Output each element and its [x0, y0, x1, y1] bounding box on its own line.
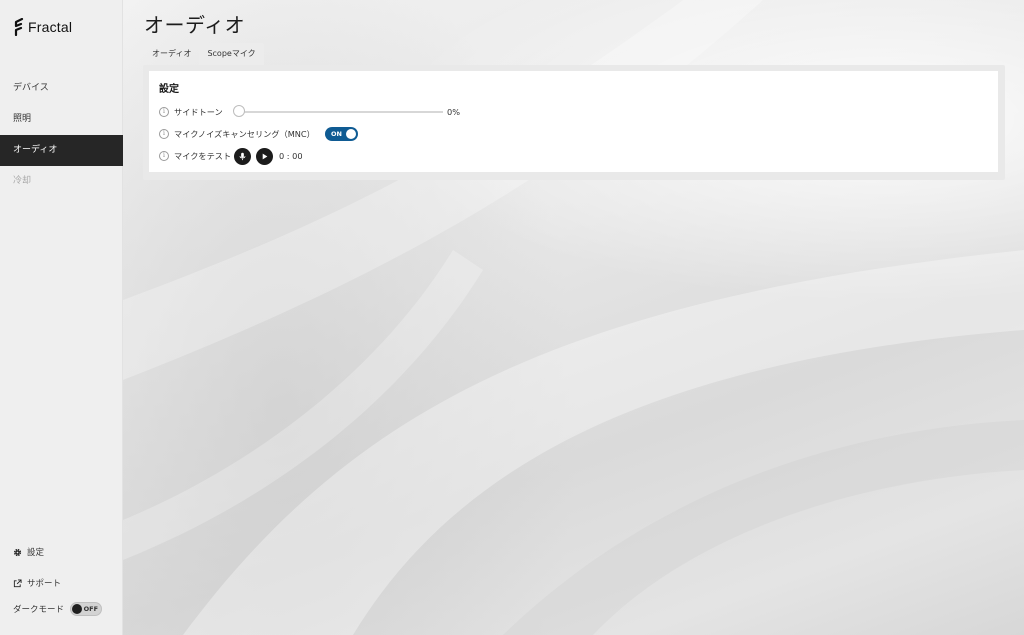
external-link-icon [13, 578, 22, 587]
sidetone-slider[interactable] [233, 104, 443, 120]
dark-mode-state: OFF [83, 605, 99, 613]
dark-mode-toggle[interactable]: OFF [70, 602, 103, 616]
mnc-toggle[interactable]: ON [325, 127, 358, 141]
play-icon [262, 153, 268, 160]
microphone-icon [239, 152, 246, 161]
main-content: オーディオ オーディオ Scopeマイク 設定 i サイドトーン 0% i マイ… [123, 0, 1024, 635]
info-icon[interactable]: i [159, 107, 169, 117]
panel-title: 設定 [159, 84, 179, 95]
info-icon[interactable]: i [159, 129, 169, 139]
sidetone-value: 0% [447, 107, 460, 117]
sidebar-item-devices[interactable]: デバイス [0, 73, 123, 104]
settings-link[interactable]: 設定 [13, 546, 123, 558]
settings-label: 設定 [27, 548, 45, 558]
play-button[interactable] [256, 148, 273, 165]
sidebar-item-audio[interactable]: オーディオ [0, 135, 123, 166]
brand-name: Fractal [28, 19, 73, 35]
sidebar: Fractal デバイス 照明 オーディオ 冷却 設定 サポート ダークモード [0, 0, 123, 635]
support-link[interactable]: サポート [13, 577, 123, 589]
sidebar-nav: デバイス 照明 オーディオ 冷却 [0, 73, 123, 197]
info-icon[interactable]: i [159, 151, 169, 161]
sidetone-slider-track [239, 111, 443, 113]
tab-audio[interactable]: オーディオ [144, 43, 199, 65]
fractal-logo[interactable]: Fractal [13, 18, 72, 36]
mnc-toggle-knob [346, 129, 356, 139]
settings-panel: 設定 i サイドトーン 0% i マイクノイズキャンセリング（MNC） ON i… [149, 71, 998, 172]
support-label: サポート [27, 579, 62, 589]
mnc-label: マイクノイズキャンセリング（MNC） [174, 129, 315, 139]
settings-panel-frame: 設定 i サイドトーン 0% i マイクノイズキャンセリング（MNC） ON i… [143, 65, 1005, 180]
page-title: オーディオ [144, 13, 246, 37]
mic-test-label: マイクをテスト [174, 151, 232, 161]
mic-test-row: i マイクをテスト 0 : 00 [159, 148, 319, 165]
tab-scope-mic[interactable]: Scopeマイク [199, 43, 264, 65]
dark-mode-row: ダークモード OFF [13, 602, 123, 616]
mnc-row: i マイクノイズキャンセリング（MNC） ON [159, 126, 399, 142]
record-mic-button[interactable] [234, 148, 251, 165]
sidetone-label: サイドトーン [174, 107, 223, 117]
mnc-toggle-state: ON [331, 130, 342, 138]
sidebar-item-lighting[interactable]: 照明 [0, 104, 123, 135]
sidebar-item-cooling: 冷却 [13, 176, 32, 186]
mic-test-timer: 0 : 00 [279, 151, 303, 161]
sidetone-row: i サイドトーン 0% [159, 104, 499, 120]
dark-mode-toggle-knob [72, 604, 83, 614]
dark-mode-label: ダークモード [13, 605, 65, 615]
tab-bar: オーディオ Scopeマイク [144, 43, 264, 65]
sidetone-slider-thumb[interactable] [233, 105, 245, 117]
fractal-logo-icon [14, 18, 24, 36]
gear-icon [13, 548, 22, 556]
